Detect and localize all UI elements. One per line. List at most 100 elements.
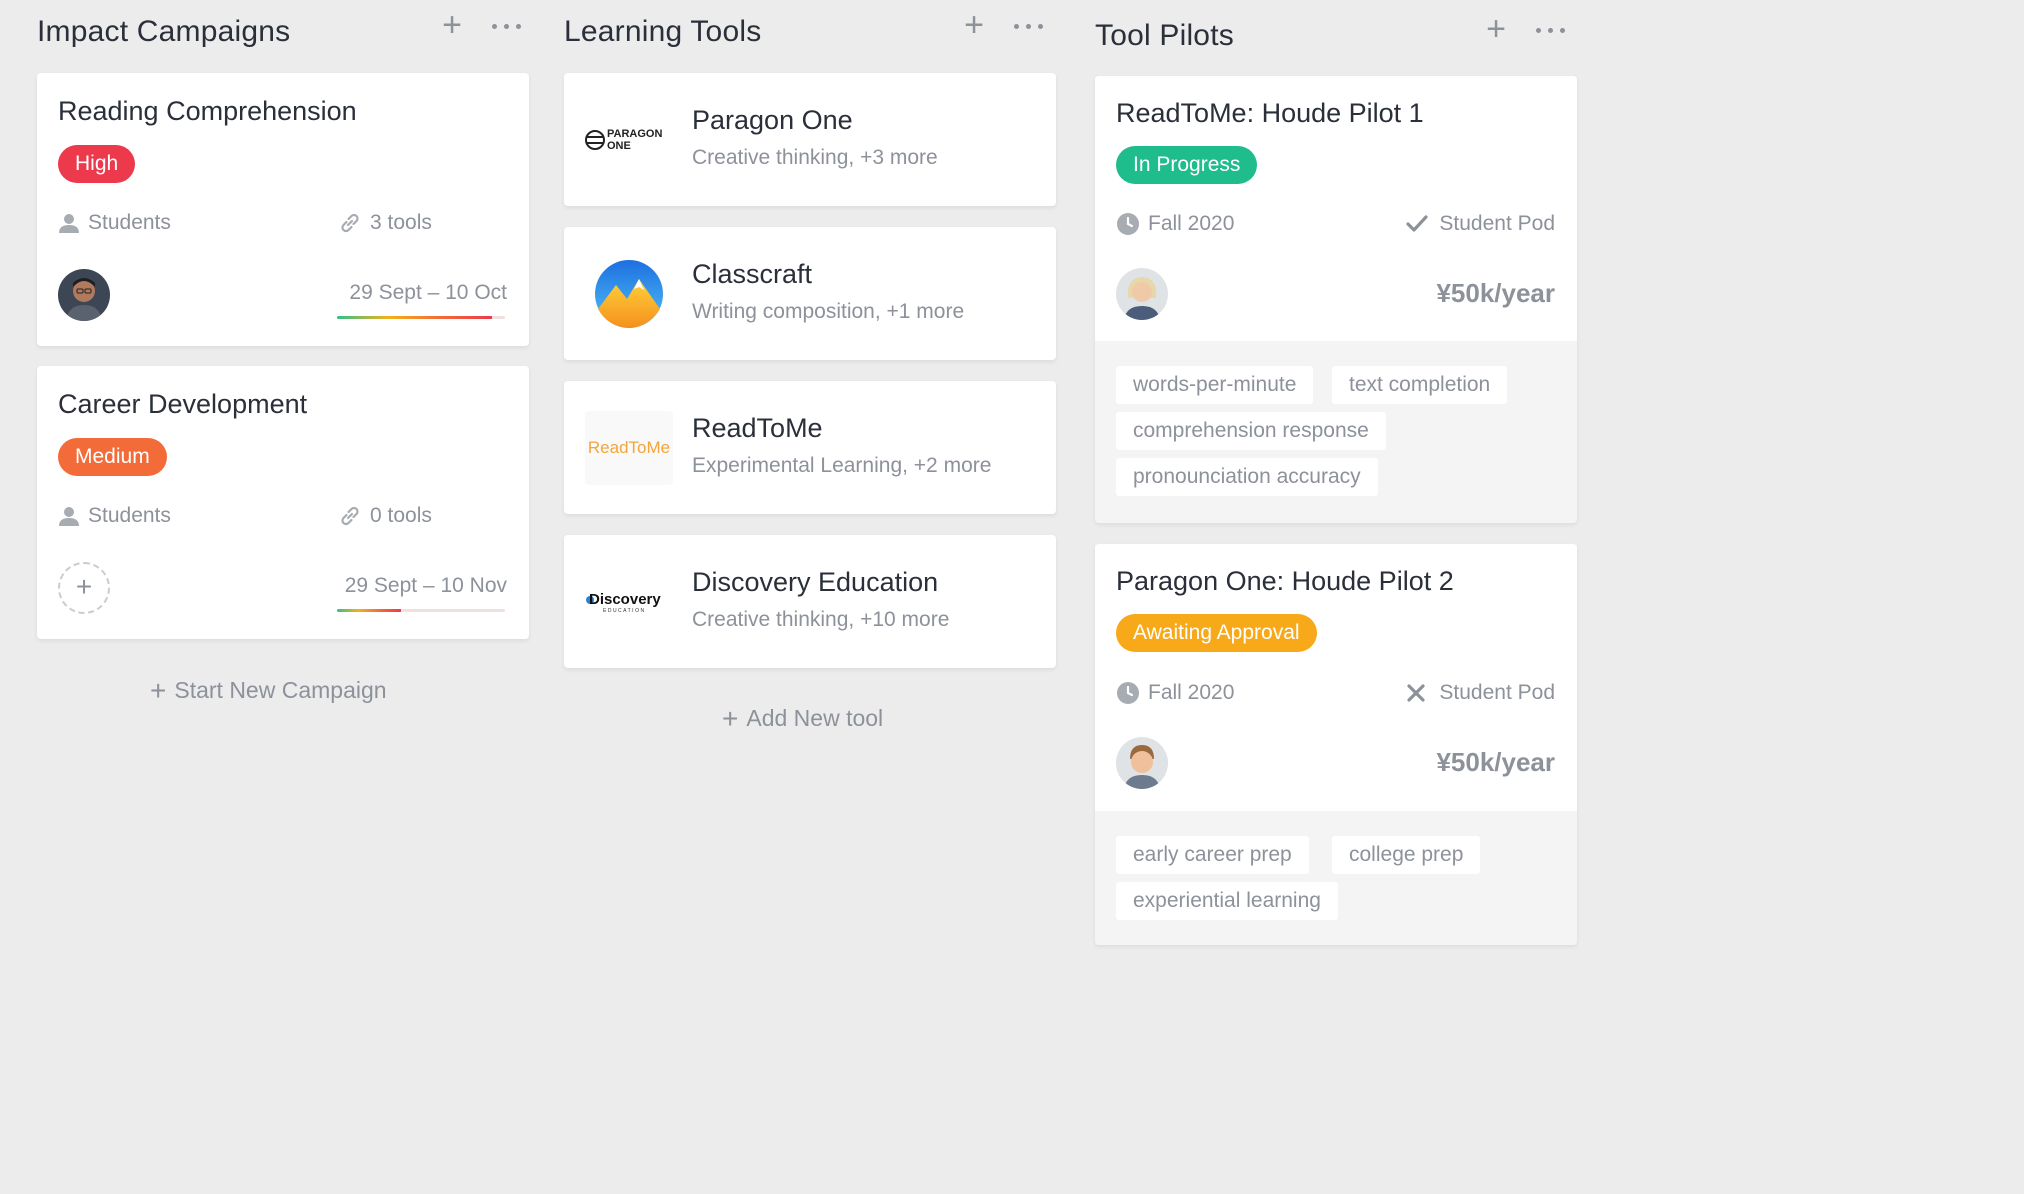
tool-name: Discovery Education: [692, 567, 939, 597]
pod-meta: Student Pod: [1405, 212, 1555, 236]
plus-icon: +: [150, 675, 167, 706]
price: ¥50k/year: [1436, 747, 1555, 777]
x-icon: [1407, 684, 1426, 702]
more-options-icon[interactable]: [1009, 10, 1049, 40]
progress-fill: [337, 316, 492, 319]
date-range: 29 Sept – 10 Oct: [349, 281, 507, 304]
add-campaign-icon[interactable]: +: [437, 8, 467, 42]
tools-meta: 3 tools: [338, 211, 432, 235]
kanban-board: Impact Campaigns + Reading Comprehension…: [0, 0, 2024, 1194]
tag[interactable]: college prep: [1332, 836, 1481, 874]
tool-name: ReadToMe: [692, 413, 823, 443]
progress-bar: [337, 609, 505, 612]
pilot-title: ReadToMe: Houde Pilot 1: [1116, 98, 1424, 128]
avatar[interactable]: [1116, 268, 1168, 320]
check-icon: [1406, 215, 1429, 232]
season-meta: Fall 2020: [1116, 212, 1234, 236]
svg-text:EDUCATION: EDUCATION: [603, 608, 646, 614]
pilot-card-header: ReadToMe: Houde Pilot 1 In Progress Fall…: [1095, 76, 1577, 341]
pod-label: Student Pod: [1439, 681, 1555, 704]
paragon-one-logo: PARAGON ONE: [585, 103, 673, 177]
tools-count: 0 tools: [370, 504, 432, 527]
more-options-icon[interactable]: [487, 10, 527, 40]
discovery-education-logo: Discovery EDUCATION: [585, 565, 673, 639]
tool-card[interactable]: ReadToMe ReadToMe Experimental Learning,…: [564, 381, 1056, 514]
tag[interactable]: comprehension response: [1116, 412, 1386, 450]
status-badge: In Progress: [1116, 146, 1258, 184]
audience-label: Students: [88, 504, 171, 527]
pilot-card[interactable]: Paragon One: Houde Pilot 2 Awaiting Appr…: [1095, 544, 1577, 945]
column-learning-tools: Learning Tools + PARAGON ONE Paragon One…: [564, 0, 1056, 734]
tool-card[interactable]: Discovery EDUCATION Discovery Education …: [564, 535, 1056, 668]
tag[interactable]: experiential learning: [1116, 882, 1338, 920]
season-label: Fall 2020: [1148, 681, 1235, 704]
svg-text:PARAGON: PARAGON: [607, 128, 662, 140]
tools-meta: 0 tools: [338, 504, 432, 528]
readtome-logo-text: ReadToMe: [587, 438, 671, 457]
clock-icon: [1117, 213, 1139, 235]
start-new-campaign-button[interactable]: + Start New Campaign: [150, 675, 387, 707]
date-range: 29 Sept – 10 Nov: [344, 574, 507, 597]
tag-list: words-per-minute text completion compreh…: [1095, 341, 1577, 523]
column-header: Learning Tools +: [564, 0, 1056, 64]
avatar[interactable]: [1116, 737, 1168, 789]
add-new-tool-label: Add New tool: [746, 705, 884, 731]
svg-text:Discovery: Discovery: [589, 591, 661, 608]
price: ¥50k/year: [1436, 278, 1555, 308]
avatar[interactable]: [58, 269, 110, 321]
campaign-card[interactable]: Career Development Medium Students 0 too…: [37, 366, 529, 639]
tag-list: early career prep college prep experient…: [1095, 811, 1577, 945]
tag[interactable]: pronounciation accuracy: [1116, 458, 1378, 496]
column-title: Tool Pilots: [1095, 19, 1234, 52]
classcraft-logo: [585, 257, 673, 331]
pilot-card-header: Paragon One: Houde Pilot 2 Awaiting Appr…: [1095, 544, 1577, 811]
tool-subtitle: Creative thinking, +10 more: [692, 608, 950, 631]
add-pilot-icon[interactable]: +: [1481, 12, 1511, 46]
tool-card[interactable]: Classcraft Writing composition, +1 more: [564, 227, 1056, 360]
plus-icon: +: [722, 703, 739, 734]
campaign-title: Reading Comprehension: [58, 96, 357, 126]
tool-name: Paragon One: [692, 105, 853, 135]
season-meta: Fall 2020: [1116, 681, 1234, 705]
tool-name: Classcraft: [692, 259, 813, 289]
pod-meta: Student Pod: [1405, 681, 1555, 705]
tag[interactable]: text completion: [1332, 366, 1508, 404]
column-impact-campaigns: Impact Campaigns + Reading Comprehension…: [37, 0, 530, 706]
tools-count: 3 tools: [370, 211, 432, 234]
tool-card[interactable]: PARAGON ONE Paragon One Creative thinkin…: [564, 73, 1056, 206]
campaign-card[interactable]: Reading Comprehension High Students 3 to…: [37, 73, 529, 346]
user-icon: [59, 214, 79, 233]
clock-icon: [1117, 682, 1139, 704]
priority-badge: High: [58, 145, 136, 183]
column-title: Learning Tools: [564, 15, 762, 48]
season-label: Fall 2020: [1148, 212, 1235, 235]
tag[interactable]: early career prep: [1116, 836, 1309, 874]
audience-meta: Students: [58, 504, 171, 528]
pilot-card[interactable]: ReadToMe: Houde Pilot 1 In Progress Fall…: [1095, 76, 1577, 523]
priority-badge: Medium: [58, 438, 167, 476]
link-icon: [341, 506, 359, 526]
tool-subtitle: Experimental Learning, +2 more: [692, 454, 992, 477]
tool-subtitle: Writing composition, +1 more: [692, 300, 965, 323]
audience-label: Students: [88, 211, 171, 234]
status-badge: Awaiting Approval: [1116, 614, 1317, 652]
link-icon: [341, 213, 359, 233]
user-icon: [59, 507, 79, 526]
progress-bar: [337, 316, 505, 319]
add-tool-icon[interactable]: +: [959, 8, 989, 42]
add-assignee-button[interactable]: +: [58, 562, 110, 614]
progress-fill: [337, 609, 401, 612]
add-new-tool-button[interactable]: + Add New tool: [722, 703, 883, 735]
readtome-logo: ReadToMe: [585, 411, 673, 485]
start-new-campaign-label: Start New Campaign: [174, 677, 387, 703]
column-header: Impact Campaigns +: [37, 0, 530, 64]
tool-subtitle: Creative thinking, +3 more: [692, 146, 938, 169]
more-options-icon[interactable]: [1531, 14, 1571, 44]
column-title: Impact Campaigns: [37, 15, 291, 48]
pilot-title: Paragon One: Houde Pilot 2: [1116, 566, 1454, 596]
column-tool-pilots: Tool Pilots + ReadToMe: Houde Pilot 1 In…: [1095, 0, 1577, 945]
pod-label: Student Pod: [1439, 212, 1555, 235]
campaign-title: Career Development: [58, 389, 308, 419]
tag[interactable]: words-per-minute: [1116, 366, 1314, 404]
svg-text:ONE: ONE: [607, 140, 631, 152]
